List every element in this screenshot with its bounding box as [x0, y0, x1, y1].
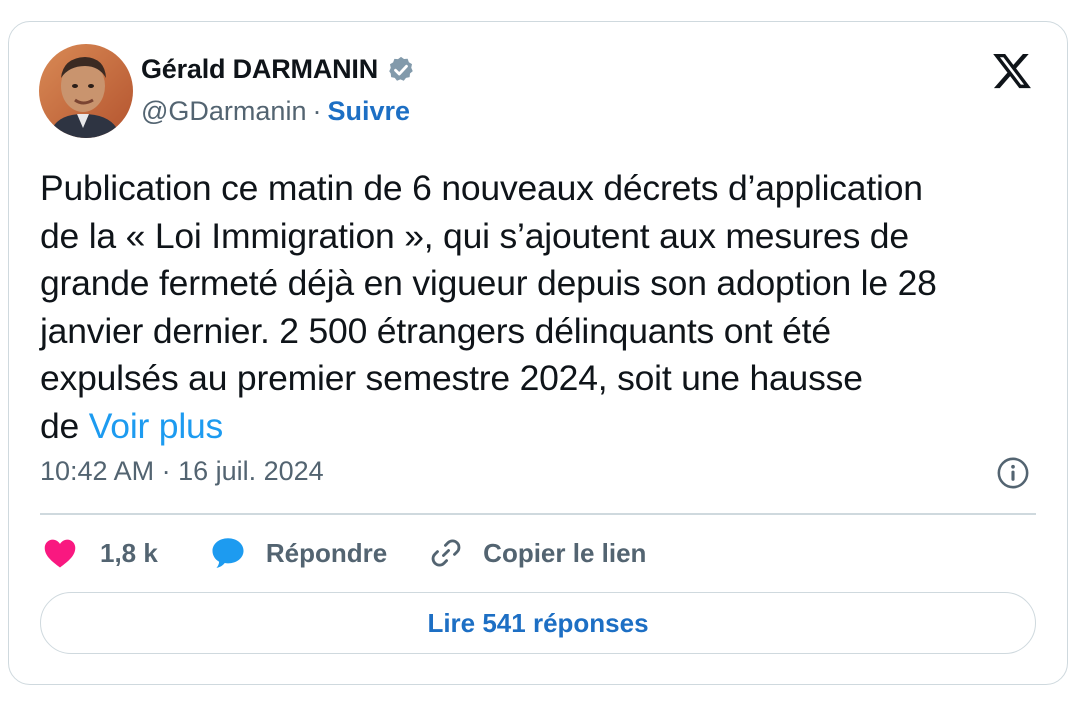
link-icon — [431, 539, 461, 567]
verified-badge-icon — [386, 55, 416, 85]
avatar-image — [39, 44, 133, 138]
tweet-text: Publication ce matin de 6 nouveaux décre… — [40, 165, 1040, 450]
x-logo-icon[interactable] — [990, 50, 1034, 92]
author-display-name[interactable]: Gérald DARMANIN — [141, 54, 378, 85]
author-handle-row: @GDarmanin · Suivre — [141, 96, 410, 127]
heart-icon — [44, 539, 76, 568]
reply-button[interactable]: Répondre — [210, 536, 387, 570]
speech-bubble-icon — [212, 538, 244, 568]
copy-link-button[interactable]: Copier le lien — [429, 536, 646, 570]
separator-dot: · — [312, 96, 322, 126]
action-bar: 1,8 k Répondre Copier le lien — [40, 531, 646, 575]
avatar[interactable] — [39, 44, 133, 138]
see-more-link[interactable]: Voir plus — [89, 406, 224, 446]
tweet-timestamp[interactable]: 10:42 AM · 16 juil. 2024 — [40, 456, 324, 487]
follow-button[interactable]: Suivre — [327, 96, 410, 127]
divider — [40, 513, 1036, 515]
author-name-row: Gérald DARMANIN — [141, 54, 416, 85]
read-replies-button[interactable]: Lire 541 réponses — [40, 592, 1036, 654]
author-handle[interactable]: @GDarmanin — [141, 96, 306, 127]
copy-link-label: Copier le lien — [483, 537, 647, 568]
tweet-body: Publication ce matin de 6 nouveaux décre… — [40, 168, 937, 446]
like-button[interactable]: 1,8 k — [42, 537, 158, 569]
like-count: 1,8 k — [100, 537, 158, 568]
reply-label: Répondre — [265, 537, 388, 568]
info-icon[interactable] — [996, 456, 1030, 490]
